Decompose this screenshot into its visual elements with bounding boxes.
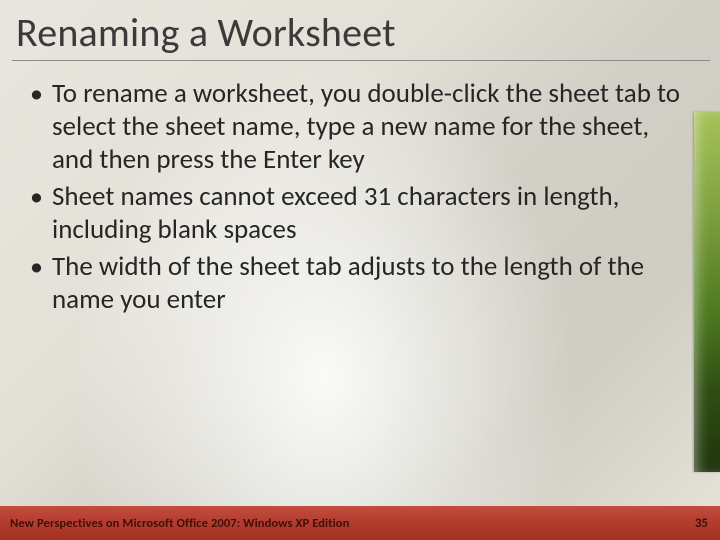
- title-underline: [12, 60, 710, 61]
- bullet-list: To rename a worksheet, you double-click …: [24, 78, 680, 317]
- decorative-tab-edge: [694, 112, 720, 472]
- slide-body: To rename a worksheet, you double-click …: [24, 78, 680, 321]
- bullet-item: Sheet names cannot exceed 31 characters …: [24, 181, 680, 247]
- footer-text: New Perspectives on Microsoft Office 200…: [10, 516, 349, 531]
- slide: Renaming a Worksheet To rename a workshe…: [0, 0, 720, 540]
- bullet-item: The width of the sheet tab adjusts to th…: [24, 251, 680, 317]
- slide-title: Renaming a Worksheet: [16, 8, 704, 57]
- page-number: 35: [695, 516, 708, 531]
- footer-bar: New Perspectives on Microsoft Office 200…: [0, 506, 720, 540]
- bullet-item: To rename a worksheet, you double-click …: [24, 78, 680, 177]
